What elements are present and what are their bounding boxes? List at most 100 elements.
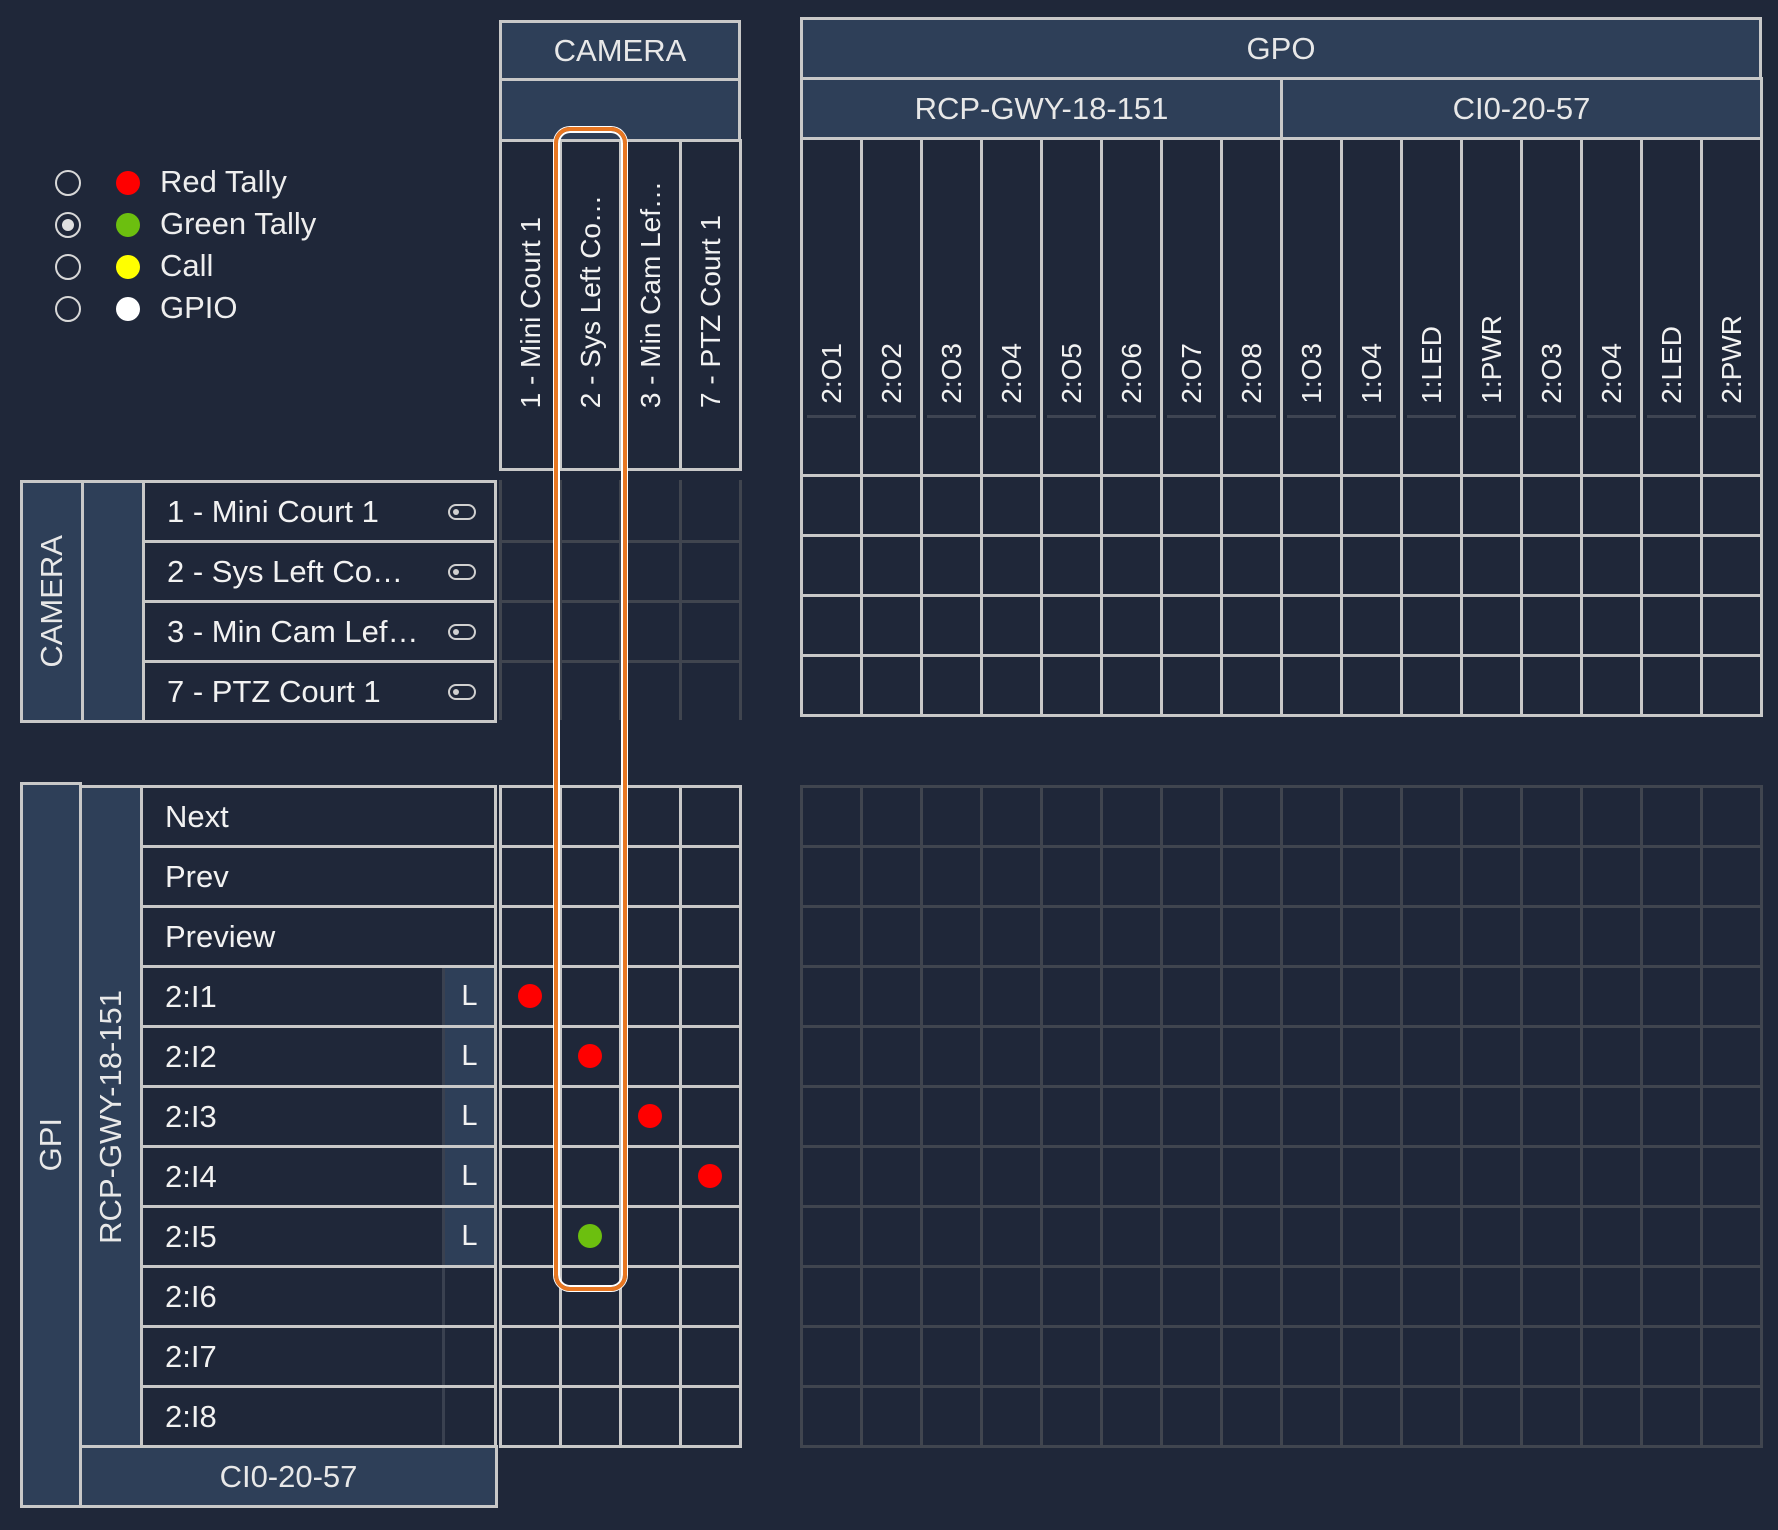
crosspoint-cell[interactable] [1640,845,1703,908]
crosspoint-cell[interactable] [1100,654,1163,717]
crosspoint-cell[interactable] [800,1025,863,1088]
crosspoint-cell[interactable] [1580,594,1643,657]
crosspoint-cell[interactable] [1460,474,1523,537]
crosspoint-cell[interactable] [1280,905,1343,968]
crosspoint-cell[interactable] [559,1145,622,1208]
crosspoint-cell[interactable] [1700,1025,1763,1088]
crosspoint-cell[interactable] [499,1385,562,1448]
crosspoint-cell[interactable] [1400,1325,1463,1388]
crosspoint-cell[interactable] [1340,534,1403,597]
gpi-row[interactable]: 2:I8 [140,1385,497,1448]
gpo-column-header[interactable]: 2:O1 [800,137,863,477]
crosspoint-cell[interactable] [1220,1205,1283,1268]
crosspoint-cell[interactable] [1700,1265,1763,1328]
crosspoint-cell[interactable] [499,905,562,968]
crosspoint-cell[interactable] [860,474,923,537]
crosspoint-cell[interactable] [1040,785,1103,848]
crosspoint-cell[interactable] [1280,1325,1343,1388]
crosspoint-cell[interactable] [679,1325,742,1388]
crosspoint-cell[interactable] [1580,534,1643,597]
crosspoint-cell[interactable] [1340,1145,1403,1208]
crosspoint-cell[interactable] [1160,474,1223,537]
crosspoint-cell[interactable] [860,1325,923,1388]
crosspoint-cell[interactable] [1280,474,1343,537]
crosspoint-cell[interactable] [1400,534,1463,597]
crosspoint-cell[interactable] [1580,965,1643,1028]
crosspoint-cell[interactable] [800,474,863,537]
crosspoint-cell[interactable] [980,534,1043,597]
gpo-column-header[interactable]: 2:O3 [920,137,983,477]
crosspoint-cell[interactable] [1460,1265,1523,1328]
gpo-column-header[interactable]: 2:LED [1640,137,1703,477]
crosspoint-cell[interactable] [1280,654,1343,717]
crosspoint-cell[interactable] [920,654,983,717]
crosspoint-cell[interactable] [860,845,923,908]
crosspoint-cell[interactable] [920,1025,983,1088]
crosspoint-cell[interactable] [920,845,983,908]
crosspoint-cell[interactable] [1460,1085,1523,1148]
crosspoint-cell[interactable] [980,785,1043,848]
crosspoint-cell[interactable] [1640,1085,1703,1148]
crosspoint-cell[interactable] [559,965,622,1028]
camera-row[interactable]: 7 - PTZ Court 1 [142,660,497,723]
crosspoint-cell[interactable] [920,1205,983,1268]
crosspoint-cell[interactable] [1160,1325,1223,1388]
crosspoint-cell[interactable] [920,474,983,537]
legend-radio-gpio[interactable] [55,296,81,322]
crosspoint-cell[interactable] [679,1205,742,1268]
crosspoint-cell[interactable] [980,1265,1043,1328]
crosspoint-cell[interactable] [619,1145,682,1208]
crosspoint-cell[interactable] [920,785,983,848]
crosspoint-cell[interactable] [1220,905,1283,968]
crosspoint-cell[interactable] [1340,654,1403,717]
crosspoint-cell[interactable] [1460,785,1523,848]
crosspoint-cell[interactable] [1160,654,1223,717]
crosspoint-cell[interactable] [1400,1265,1463,1328]
legend-radio-green-tally[interactable] [55,212,81,238]
crosspoint-cell[interactable] [559,785,622,848]
crosspoint-cell[interactable] [1160,534,1223,597]
gpo-column-header[interactable]: 2:O2 [860,137,923,477]
crosspoint-cell[interactable] [1520,534,1583,597]
crosspoint-cell[interactable] [1700,654,1763,717]
gpi-row[interactable]: 2:I2 L [140,1025,497,1088]
crosspoint-cell[interactable] [1160,1025,1223,1088]
crosspoint-cell[interactable] [1520,1265,1583,1328]
crosspoint-cell[interactable] [619,1325,682,1388]
crosspoint-cell[interactable] [1520,1085,1583,1148]
crosspoint-cell[interactable] [1340,845,1403,908]
gpo-column-header[interactable]: 2:PWR [1700,137,1763,477]
crosspoint-cell[interactable] [980,905,1043,968]
crosspoint-cell[interactable] [860,1085,923,1148]
crosspoint-cell[interactable] [1280,1025,1343,1088]
crosspoint-cell[interactable] [1520,1145,1583,1208]
crosspoint-cell[interactable] [920,1265,983,1328]
crosspoint-cell[interactable] [800,534,863,597]
crosspoint-cell[interactable] [1160,1265,1223,1328]
gpo-column-header[interactable]: 1:O4 [1340,137,1403,477]
crosspoint-cell[interactable] [1220,1025,1283,1088]
crosspoint-cell[interactable] [800,1385,863,1448]
crosspoint-cell[interactable] [499,785,562,848]
crosspoint-cell[interactable] [499,1325,562,1388]
crosspoint-cell[interactable] [1400,785,1463,848]
crosspoint-cell[interactable] [1640,1205,1703,1268]
crosspoint-cell[interactable] [800,1205,863,1268]
gpi-row[interactable]: 2:I6 [140,1265,497,1328]
crosspoint-cell[interactable] [1460,845,1523,908]
crosspoint-cell[interactable] [1160,1205,1223,1268]
crosspoint-cell[interactable] [1460,905,1523,968]
crosspoint-cell[interactable] [1400,1025,1463,1088]
crosspoint-cell[interactable] [1520,905,1583,968]
camera-column-header[interactable]: 7 - PTZ Court 1 [679,139,742,471]
crosspoint-cell[interactable] [1580,474,1643,537]
crosspoint-cell[interactable] [980,1085,1043,1148]
crosspoint-cell[interactable] [1160,785,1223,848]
crosspoint-cell[interactable] [1100,965,1163,1028]
crosspoint-cell[interactable] [980,965,1043,1028]
crosspoint-cell[interactable] [1280,845,1343,908]
crosspoint-cell[interactable] [800,654,863,717]
crosspoint-cell[interactable] [1640,905,1703,968]
crosspoint-cell[interactable] [1640,474,1703,537]
crosspoint-cell[interactable] [1040,474,1103,537]
